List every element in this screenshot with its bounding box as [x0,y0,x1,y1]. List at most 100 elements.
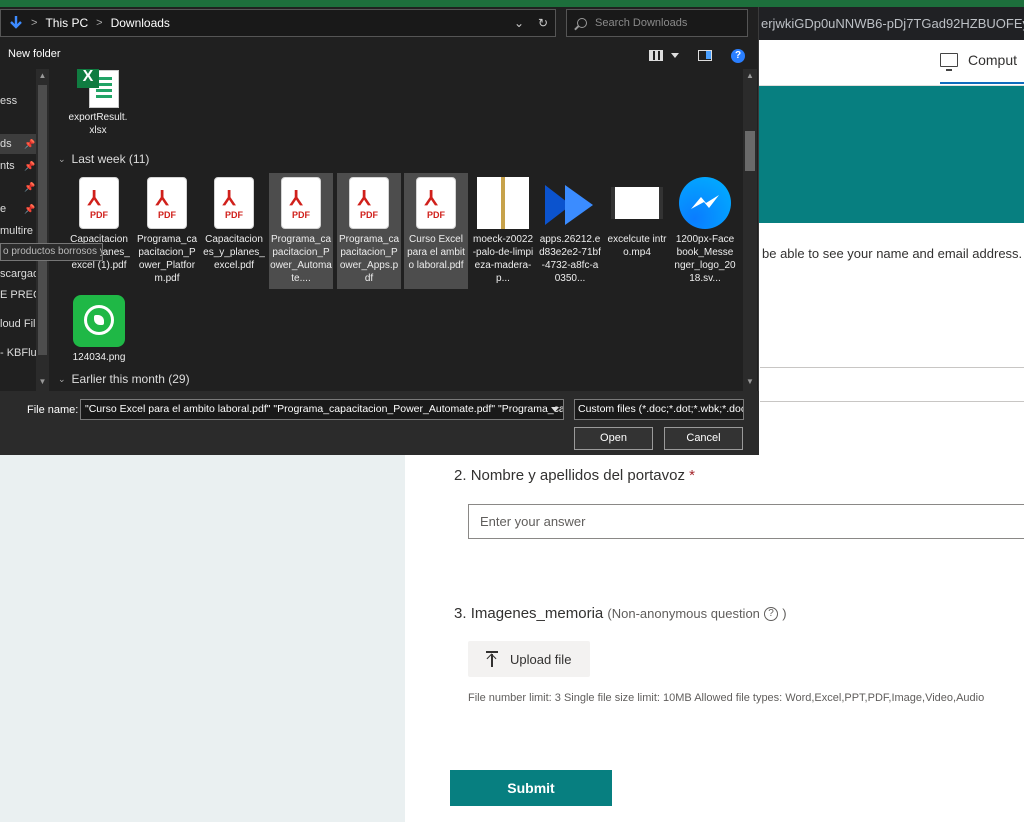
scroll-down-icon[interactable]: ▼ [743,377,757,389]
file-name: Capacitaciones_y_planes_excel.pdf [203,234,265,271]
file-item[interactable]: 1200px-Facebook_Messenger_logo_2018.sv..… [673,173,737,285]
file-item-selected[interactable]: ⅄ PDF Programa_capacitacion_Power_Automat… [269,173,333,289]
scroll-down-icon[interactable]: ▼ [36,377,49,389]
chevron-down-icon[interactable] [551,407,559,412]
pdf-file-icon: ⅄ PDF [72,175,126,231]
file-item[interactable]: moeck-z0022-palo-de-limpieza-madera-p... [471,173,535,285]
refresh-icon[interactable]: ↻ [531,10,555,36]
search-placeholder: Search Downloads [595,17,688,29]
browser-top-strip [0,0,1024,7]
file-open-dialog: > This PC > Downloads ⌄ ↻ Search Downloa… [0,7,759,455]
dialog-toolbar: New folder ? [0,41,759,69]
file-type-select[interactable]: Custom files (*.doc;*.dot;*.wbk;*.docx;*… [574,399,744,420]
upload-icon [486,651,498,667]
pdf-file-icon: ⅄ PDF [140,175,194,231]
file-item[interactable]: excelcute intro.mp4 [605,173,669,285]
group-header-earlier-this-month[interactable]: ⌄ Earlier this month (29) [58,372,190,386]
file-name: Programa_capacitacion_Power_Apps.pdf [338,234,400,284]
nav-tooltip: o productos borrosos y [0,243,103,261]
file-item[interactable]: apps.26212.ed83e2e2-71bf-4732-a8fc-a0350… [538,173,602,285]
group-header-last-week[interactable]: ⌄ Last week (11) [58,152,149,166]
group-label: Last week (11) [71,152,150,166]
page-left-background [0,455,405,822]
download-arrow-icon [1,10,31,36]
scroll-up-icon[interactable]: ▲ [743,71,757,83]
pin-icon: 📌 [24,204,36,214]
view-dropdown-icon[interactable] [671,53,679,58]
upload-limits-hint: File number limit: 3 Single file size li… [468,692,985,704]
preview-pane-icon[interactable] [698,50,712,61]
file-type-value: Custom files (*.doc;*.dot;*.wbk;*.docx;*… [578,403,744,415]
file-item-selected[interactable]: ⅄ PDF Programa_capacitacion_Power_Apps.pd… [337,173,401,289]
chevron-down-icon[interactable]: ⌄ [507,10,531,36]
breadcrumb-separator: > [31,17,38,29]
pin-icon: 📌 [24,161,36,171]
nav-item-icloud[interactable]: loud Fil [0,318,35,330]
chevron-down-icon: ⌄ [58,373,66,384]
cancel-button[interactable]: Cancel [664,427,743,450]
file-list-scroll-thumb[interactable] [745,131,755,171]
file-name: apps.26212.ed83e2e2-71bf-4732-a8fc-a0350… [539,234,601,284]
file-name-input[interactable]: "Curso Excel para el ambito laboral.pdf"… [80,399,564,420]
upload-file-button[interactable]: Upload file [468,641,590,677]
file-name: Programa_capacitacion_Power_Platform.pdf [136,234,198,284]
video-thumbnail [610,175,664,231]
submit-button[interactable]: Submit [450,770,612,806]
question-2-answer-input[interactable]: Enter your answer [468,504,1024,539]
file-name: Programa_capacitacion_Power_Automate.... [270,234,332,284]
pdf-file-icon: ⅄ PDF [342,175,396,231]
dialog-footer: File name: "Curso Excel para el ambito l… [0,391,759,455]
q1-answer-line-bottom [760,401,1024,402]
q1-answer-line [760,367,1024,368]
file-name-value: "Curso Excel para el ambito laboral.pdf"… [85,403,563,415]
breadcrumb-this-pc[interactable]: This PC [45,16,88,30]
nav-scroll-thumb[interactable] [38,85,47,355]
file-item[interactable]: ⅄PDF Capacitaciones_y_planes_excel (1).p… [67,173,131,285]
chevron-down-icon: ⌄ [58,153,66,164]
file-name: Curso Excel para el ambito laboral.pdf [407,234,465,271]
file-name-label: File name: [27,404,79,416]
messenger-icon [678,175,732,231]
question-2-title: 2. Nombre y apellidos del portavoz * [454,467,695,484]
help-icon[interactable]: ? [731,49,745,63]
browser-url-bar[interactable]: erjwkiGDp0uNNWB6-pDj7TGad92HZBUOFEyNEI [755,7,1024,40]
nav-item-access[interactable]: ess [0,95,17,107]
help-circle-icon[interactable]: ? [764,607,779,622]
file-item[interactable]: 124034.png [67,291,131,367]
pin-icon: 📌 [24,139,36,149]
nav-item-e[interactable]: e [0,203,6,215]
breadcrumb-separator: > [96,17,103,29]
question-3-text: Imagenes_memoria [470,605,604,622]
privacy-notice: be able to see your name and email addre… [762,246,1023,261]
non-anonymous-label: (Non-anonymous question [607,606,760,621]
nav-scrollbar[interactable]: ▲ ▼ [36,69,49,391]
pdf-file-icon: ⅄ PDF [207,175,261,231]
file-item[interactable]: ⅄ PDF Capacitaciones_y_planes_excel.pdf [202,173,266,285]
view-options-icon[interactable] [649,50,663,61]
file-name: moeck-z0022-palo-de-limpieza-madera-p... [472,234,534,284]
search-input[interactable]: Search Downloads [566,9,748,37]
file-item[interactable]: ⅄ PDF Programa_capacitacion_Power_Platfor… [135,173,199,285]
file-name: 124034.png [72,352,126,363]
address-bar[interactable]: > This PC > Downloads ⌄ ↻ [0,9,556,37]
scroll-up-icon[interactable]: ▲ [36,71,49,83]
whatsapp-icon [72,293,126,349]
nav-item-documents[interactable]: nts [0,160,15,172]
open-button[interactable]: Open [574,427,653,450]
nav-item-descargad[interactable]: scargad [0,268,39,280]
file-list-scrollbar[interactable]: ▲ ▼ [743,69,757,391]
group-label: Earlier this month (29) [71,372,190,386]
question-3-number: 3. [454,605,467,622]
file-item[interactable]: X exportResult.xlsx [66,69,130,139]
power-automate-icon [543,175,597,231]
question-2-text: Nombre y apellidos del portavoz [470,467,685,484]
file-item-selected[interactable]: ⅄ PDF Curso Excel para el ambito laboral.… [404,173,468,289]
tab-active-underline [940,82,1024,84]
non-anonymous-close: ) [782,606,787,621]
computer-view-tab[interactable]: Comput [940,52,1018,71]
nav-item-multire[interactable]: multire [0,225,33,237]
computer-view-label: Comput [968,52,1018,68]
breadcrumb: > This PC > Downloads [31,16,507,30]
new-folder-button[interactable]: New folder [8,48,61,60]
breadcrumb-downloads[interactable]: Downloads [111,16,170,30]
